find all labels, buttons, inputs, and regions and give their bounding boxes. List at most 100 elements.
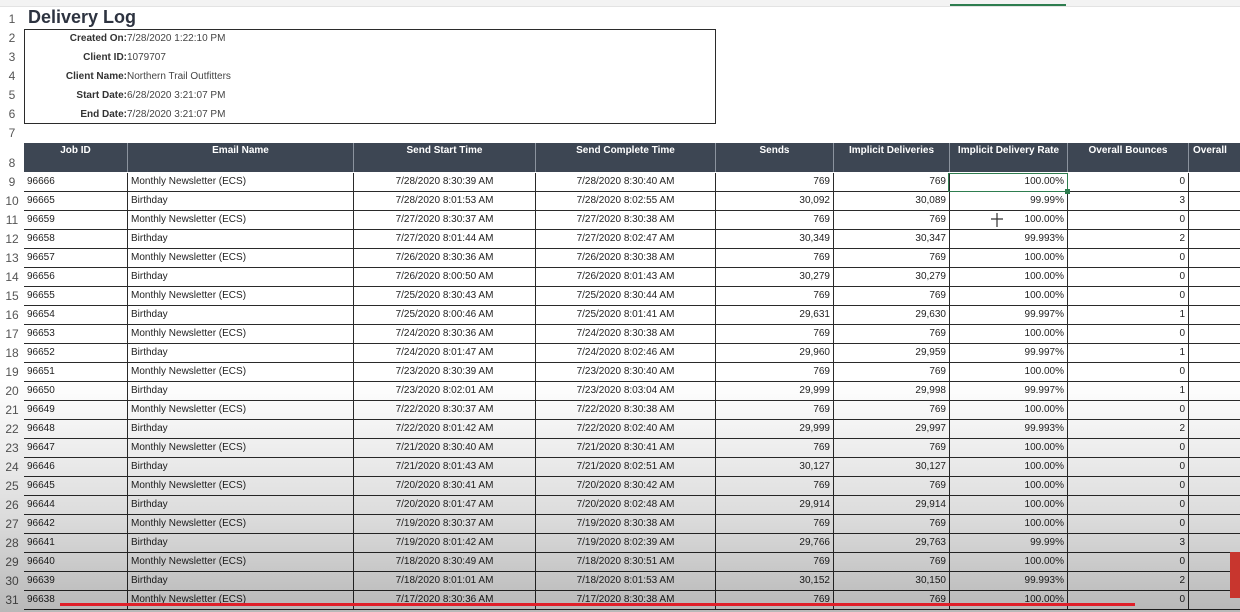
cell-overall-bounces[interactable]: 0 xyxy=(1068,496,1189,515)
cell-implicit-delivery-rate[interactable]: 100.00% xyxy=(950,515,1068,534)
cell-overall[interactable] xyxy=(1189,534,1240,553)
cell-overall-bounces[interactable]: 2 xyxy=(1068,420,1189,439)
cell-implicit-delivery-rate[interactable]: 99.993% xyxy=(950,230,1068,249)
cell-send-complete-time[interactable]: 7/20/2020 8:02:48 AM xyxy=(536,496,716,515)
cell-implicit-delivery-rate[interactable]: 99.993% xyxy=(950,420,1068,439)
cell-overall[interactable] xyxy=(1189,211,1240,230)
cell-email-name[interactable]: Monthly Newsletter (ECS) xyxy=(128,325,354,344)
cell-implicit-delivery-rate[interactable]: 100.00% xyxy=(950,458,1068,477)
row-number[interactable]: 5 xyxy=(0,88,24,102)
cell-overall-bounces[interactable]: 0 xyxy=(1068,268,1189,287)
cell-overall-bounces[interactable]: 0 xyxy=(1068,287,1189,306)
cell-send-start-time[interactable]: 7/26/2020 8:30:36 AM xyxy=(354,249,536,268)
cell-implicit-deliveries[interactable]: 30,127 xyxy=(834,458,950,477)
cell-overall[interactable] xyxy=(1189,439,1240,458)
cell-implicit-delivery-rate[interactable]: 100.00% xyxy=(950,268,1068,287)
cell-email-name[interactable]: Birthday xyxy=(128,344,354,363)
cell-job-id[interactable]: 96639 xyxy=(24,572,128,591)
cell-sends[interactable]: 769 xyxy=(716,401,834,420)
cell-send-start-time[interactable]: 7/24/2020 8:01:47 AM xyxy=(354,344,536,363)
cell-job-id[interactable]: 96656 xyxy=(24,268,128,287)
cell-job-id[interactable]: 96653 xyxy=(24,325,128,344)
column-header-implicit-deliveries[interactable]: Implicit Deliveries xyxy=(834,143,950,172)
cell-overall-bounces[interactable]: 2 xyxy=(1068,572,1189,591)
cell-send-complete-time[interactable]: 7/17/2020 8:30:38 AM xyxy=(536,591,716,610)
cell-overall-bounces[interactable]: 1 xyxy=(1068,306,1189,325)
row-number[interactable]: 1 xyxy=(0,12,24,26)
cell-implicit-delivery-rate[interactable]: 100.00% xyxy=(950,401,1068,420)
cell-job-id[interactable]: 96644 xyxy=(24,496,128,515)
row-number[interactable]: 8 xyxy=(0,156,24,170)
column-header-implicit-delivery-rate[interactable]: Implicit Delivery Rate xyxy=(950,143,1068,172)
cell-send-start-time[interactable]: 7/22/2020 8:01:42 AM xyxy=(354,420,536,439)
cell-sends[interactable]: 769 xyxy=(716,363,834,382)
row-number[interactable]: 12 xyxy=(0,232,24,246)
cell-send-start-time[interactable]: 7/27/2020 8:01:44 AM xyxy=(354,230,536,249)
cell-implicit-delivery-rate[interactable]: 100.00% xyxy=(950,591,1068,610)
cell-send-complete-time[interactable]: 7/20/2020 8:30:42 AM xyxy=(536,477,716,496)
cell-sends[interactable]: 769 xyxy=(716,325,834,344)
cell-sends[interactable]: 29,999 xyxy=(716,382,834,401)
row-number[interactable]: 9 xyxy=(0,175,24,189)
cell-implicit-deliveries[interactable]: 769 xyxy=(834,211,950,230)
row-number[interactable]: 31 xyxy=(0,593,24,607)
cell-implicit-delivery-rate[interactable]: 100.00% xyxy=(950,553,1068,572)
cell-email-name[interactable]: Monthly Newsletter (ECS) xyxy=(128,363,354,382)
cell-email-name[interactable]: Monthly Newsletter (ECS) xyxy=(128,591,354,610)
cell-implicit-deliveries[interactable]: 29,914 xyxy=(834,496,950,515)
cell-overall[interactable] xyxy=(1189,477,1240,496)
row-number[interactable]: 3 xyxy=(0,50,24,64)
cell-email-name[interactable]: Birthday xyxy=(128,572,354,591)
cell-sends[interactable]: 769 xyxy=(716,249,834,268)
cell-overall[interactable] xyxy=(1189,344,1240,363)
cell-sends[interactable]: 29,960 xyxy=(716,344,834,363)
cell-overall[interactable] xyxy=(1189,496,1240,515)
cell-send-start-time[interactable]: 7/23/2020 8:30:39 AM xyxy=(354,363,536,382)
cell-sends[interactable]: 769 xyxy=(716,287,834,306)
cell-overall-bounces[interactable]: 0 xyxy=(1068,591,1189,610)
cell-implicit-delivery-rate[interactable]: 100.00% xyxy=(950,363,1068,382)
cell-email-name[interactable]: Monthly Newsletter (ECS) xyxy=(128,211,354,230)
cell-implicit-deliveries[interactable]: 29,998 xyxy=(834,382,950,401)
cell-email-name[interactable]: Monthly Newsletter (ECS) xyxy=(128,173,354,192)
metadata-value[interactable]: 7/28/2020 1:22:10 PM xyxy=(127,33,225,44)
cell-overall[interactable] xyxy=(1189,192,1240,211)
cell-email-name[interactable]: Birthday xyxy=(128,306,354,325)
cell-overall-bounces[interactable]: 0 xyxy=(1068,401,1189,420)
cell-job-id[interactable]: 96638 xyxy=(24,591,128,610)
cell-send-start-time[interactable]: 7/21/2020 8:01:43 AM xyxy=(354,458,536,477)
cell-email-name[interactable]: Birthday xyxy=(128,534,354,553)
cell-send-complete-time[interactable]: 7/24/2020 8:02:46 AM xyxy=(536,344,716,363)
cell-overall[interactable] xyxy=(1189,458,1240,477)
row-number[interactable]: 25 xyxy=(0,479,24,493)
column-header-email-name[interactable]: Email Name xyxy=(128,143,354,172)
cell-sends[interactable]: 769 xyxy=(716,211,834,230)
row-number[interactable]: 4 xyxy=(0,69,24,83)
metadata-value[interactable]: 1079707 xyxy=(127,52,166,63)
cell-job-id[interactable]: 96642 xyxy=(24,515,128,534)
cell-send-start-time[interactable]: 7/18/2020 8:01:01 AM xyxy=(354,572,536,591)
cell-implicit-deliveries[interactable]: 769 xyxy=(834,439,950,458)
cell-email-name[interactable]: Birthday xyxy=(128,420,354,439)
cell-email-name[interactable]: Birthday xyxy=(128,458,354,477)
cell-overall-bounces[interactable]: 0 xyxy=(1068,325,1189,344)
cell-email-name[interactable]: Monthly Newsletter (ECS) xyxy=(128,287,354,306)
cell-implicit-delivery-rate[interactable]: 100.00% xyxy=(950,287,1068,306)
cell-email-name[interactable]: Monthly Newsletter (ECS) xyxy=(128,439,354,458)
cell-email-name[interactable]: Birthday xyxy=(128,268,354,287)
cell-send-complete-time[interactable]: 7/25/2020 8:01:41 AM xyxy=(536,306,716,325)
cell-sends[interactable]: 29,999 xyxy=(716,420,834,439)
cell-overall[interactable] xyxy=(1189,230,1240,249)
metadata-value[interactable]: 7/28/2020 3:21:07 PM xyxy=(127,109,225,120)
cell-overall[interactable] xyxy=(1189,287,1240,306)
row-number[interactable]: 14 xyxy=(0,270,24,284)
cell-send-complete-time[interactable]: 7/25/2020 8:30:44 AM xyxy=(536,287,716,306)
cell-job-id[interactable]: 96641 xyxy=(24,534,128,553)
cell-send-start-time[interactable]: 7/27/2020 8:30:37 AM xyxy=(354,211,536,230)
cell-overall[interactable] xyxy=(1189,515,1240,534)
cell-send-complete-time[interactable]: 7/28/2020 8:02:55 AM xyxy=(536,192,716,211)
cell-send-complete-time[interactable]: 7/27/2020 8:02:47 AM xyxy=(536,230,716,249)
cell-implicit-delivery-rate[interactable]: 100.00% xyxy=(950,496,1068,515)
cell-overall[interactable] xyxy=(1189,306,1240,325)
cell-implicit-deliveries[interactable]: 769 xyxy=(834,591,950,610)
